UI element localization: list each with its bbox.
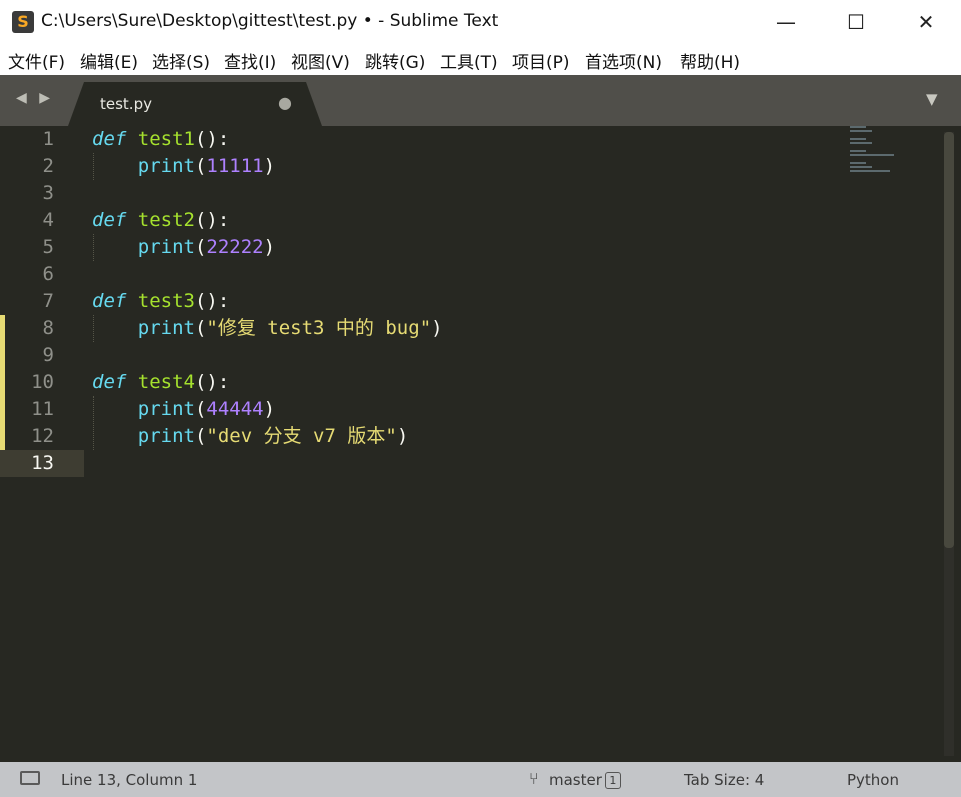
tab-list-dropdown-icon[interactable]: ▼ bbox=[926, 90, 938, 108]
line-number-current: 13 bbox=[31, 452, 54, 474]
keyword-def: def bbox=[92, 209, 127, 231]
menu-find[interactable]: 查找(I) bbox=[224, 48, 276, 73]
keyword-def: def bbox=[92, 290, 127, 312]
menu-goto[interactable]: 跳转(G) bbox=[365, 48, 425, 73]
punctuation: (): bbox=[194, 128, 230, 150]
keyword-def: def bbox=[92, 128, 127, 150]
punctuation: ) bbox=[263, 155, 276, 177]
git-branch[interactable]: master 1 bbox=[549, 771, 621, 789]
line-number-gutter: 1 2 3 4 5 6 7 8 9 10 11 12 13 bbox=[0, 126, 84, 762]
branch-change-count: 1 bbox=[604, 772, 621, 789]
builtin-print: print bbox=[137, 155, 195, 177]
punctuation: ( bbox=[194, 398, 207, 420]
line-number: 8 bbox=[42, 317, 54, 339]
function-name: test3 bbox=[137, 290, 195, 312]
tab-test-py[interactable]: test.py ● bbox=[68, 82, 322, 126]
code-line: print(11111) bbox=[92, 153, 275, 180]
punctuation: ) bbox=[263, 236, 276, 258]
title-bar: S C:\Users\Sure\Desktop\gittest\test.py … bbox=[0, 0, 961, 44]
menu-view[interactable]: 视图(V) bbox=[291, 48, 350, 73]
punctuation: ( bbox=[194, 317, 207, 339]
sublime-text-icon: S bbox=[12, 11, 34, 33]
code-line: print("dev 分支 v7 版本") bbox=[92, 423, 409, 450]
cursor-position: Line 13, Column 1 bbox=[61, 771, 198, 789]
line-number: 5 bbox=[42, 236, 54, 258]
line-number: 10 bbox=[31, 371, 54, 393]
line-number: 9 bbox=[42, 344, 54, 366]
line-number: 11 bbox=[31, 398, 54, 420]
line-number: 7 bbox=[42, 290, 54, 312]
punctuation: (): bbox=[194, 371, 230, 393]
punctuation: (): bbox=[194, 290, 230, 312]
string-literal: "修复 test3 中的 bug" bbox=[206, 317, 432, 339]
status-bar: Line 13, Column 1 ⑂ master 1 Tab Size: 4 … bbox=[0, 762, 961, 797]
function-name: test4 bbox=[137, 371, 195, 393]
line-number: 4 bbox=[42, 209, 54, 231]
number-literal: 44444 bbox=[206, 398, 264, 420]
number-literal: 22222 bbox=[206, 236, 264, 258]
punctuation: ( bbox=[194, 425, 207, 447]
punctuation: ) bbox=[431, 317, 443, 339]
code-line: print(44444) bbox=[92, 396, 275, 423]
builtin-print: print bbox=[137, 425, 195, 447]
string-literal: "dev 分支 v7 版本" bbox=[206, 425, 397, 447]
line-number: 12 bbox=[31, 425, 54, 447]
unsaved-dot-icon[interactable]: ● bbox=[278, 93, 292, 112]
git-branch-icon: ⑂ bbox=[529, 769, 539, 788]
code-line: def test2(): bbox=[92, 207, 229, 234]
line-number: 1 bbox=[42, 128, 54, 150]
builtin-print: print bbox=[137, 317, 195, 339]
line-number: 3 bbox=[42, 182, 54, 204]
menu-file[interactable]: 文件(F) bbox=[8, 48, 65, 73]
punctuation: (): bbox=[194, 209, 230, 231]
number-literal: 11111 bbox=[206, 155, 264, 177]
code-line: print(22222) bbox=[92, 234, 275, 261]
code-line: print("修复 test3 中的 bug") bbox=[92, 315, 443, 342]
menu-preferences[interactable]: 首选项(N) bbox=[585, 48, 662, 73]
builtin-print: print bbox=[137, 398, 195, 420]
minimap[interactable] bbox=[850, 126, 920, 172]
menu-selection[interactable]: 选择(S) bbox=[152, 48, 210, 73]
panel-toggle-icon[interactable] bbox=[20, 771, 40, 785]
punctuation: ( bbox=[194, 155, 207, 177]
tab-bar: ◀ ▶ test.py ● ▼ bbox=[0, 75, 961, 126]
builtin-print: print bbox=[137, 236, 195, 258]
menu-bar: 文件(F) 编辑(E) 选择(S) 查找(I) 视图(V) 跳转(G) 工具(T… bbox=[0, 44, 961, 75]
code-line: def test1(): bbox=[92, 126, 229, 153]
syntax-selector[interactable]: Python bbox=[847, 771, 899, 789]
punctuation: ) bbox=[396, 425, 409, 447]
function-name: test2 bbox=[137, 209, 195, 231]
branch-name: master bbox=[549, 771, 602, 789]
punctuation: ) bbox=[263, 398, 276, 420]
code-line: def test4(): bbox=[92, 369, 229, 396]
editor-area[interactable]: 1 2 3 4 5 6 7 8 9 10 11 12 13 def test1(… bbox=[0, 126, 961, 762]
vertical-scrollbar-thumb[interactable] bbox=[944, 132, 954, 548]
window-title: C:\Users\Sure\Desktop\gittest\test.py • … bbox=[41, 11, 499, 31]
tab-nav-arrows-icon[interactable]: ◀ ▶ bbox=[16, 90, 54, 106]
tab-label: test.py bbox=[100, 95, 152, 113]
close-button[interactable]: ✕ bbox=[891, 0, 961, 44]
minimize-button[interactable]: — bbox=[751, 0, 821, 44]
code-line: def test3(): bbox=[92, 288, 229, 315]
menu-tools[interactable]: 工具(T) bbox=[440, 48, 498, 73]
line-number: 6 bbox=[42, 263, 54, 285]
menu-project[interactable]: 项目(P) bbox=[512, 48, 570, 73]
line-number: 2 bbox=[42, 155, 54, 177]
maximize-button[interactable]: ☐ bbox=[821, 0, 891, 44]
menu-help[interactable]: 帮助(H) bbox=[680, 48, 740, 73]
tab-size-selector[interactable]: Tab Size: 4 bbox=[684, 771, 764, 789]
punctuation: ( bbox=[194, 236, 207, 258]
function-name: test1 bbox=[137, 128, 195, 150]
menu-edit[interactable]: 编辑(E) bbox=[80, 48, 138, 73]
keyword-def: def bbox=[92, 371, 127, 393]
